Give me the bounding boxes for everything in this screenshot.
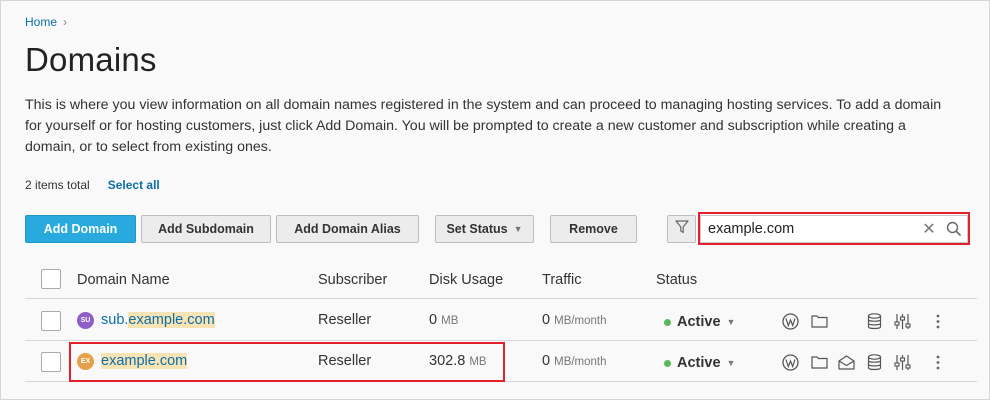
- chevron-right-icon: ›: [63, 15, 68, 29]
- add-domain-alias-button[interactable]: Add Domain Alias: [276, 215, 419, 243]
- disk-usage-value: 0: [429, 312, 438, 328]
- traffic: 0 MB/month: [542, 353, 607, 369]
- select-all-link[interactable]: Select all: [108, 178, 160, 192]
- traffic-value: 0: [542, 353, 551, 369]
- wordpress-icon[interactable]: [781, 312, 799, 330]
- column-header-disk-usage[interactable]: Disk Usage: [429, 272, 503, 288]
- table-row: SU sub.example.com Reseller 0 MB 0 MB/mo…: [25, 301, 977, 341]
- select-all-checkbox[interactable]: [41, 269, 61, 289]
- column-header-traffic[interactable]: Traffic: [542, 272, 581, 288]
- column-header-domain-name[interactable]: Domain Name: [77, 272, 170, 288]
- folder-icon[interactable]: [810, 312, 828, 330]
- row-checkbox[interactable]: [41, 352, 61, 372]
- set-status-button[interactable]: Set Status ▼: [435, 215, 534, 243]
- folder-icon[interactable]: [810, 353, 828, 371]
- list-info: 2 items total Select all: [25, 178, 160, 192]
- settings-sliders-icon[interactable]: [893, 353, 911, 371]
- status-dropdown[interactable]: Active ▼: [664, 355, 735, 371]
- breadcrumb-home-link[interactable]: Home: [25, 15, 57, 29]
- filter-button[interactable]: [667, 215, 696, 243]
- domain-name-match: example.com: [128, 312, 215, 328]
- more-icon[interactable]: [929, 353, 947, 371]
- status-dropdown[interactable]: Active ▼: [664, 314, 735, 330]
- domain-row-highlight-box: [69, 342, 505, 382]
- wordpress-icon[interactable]: [781, 353, 799, 371]
- status-label: Active: [677, 355, 721, 371]
- filter-icon: [674, 219, 689, 239]
- status-active-dot: [664, 318, 671, 326]
- items-count: 2 items total: [25, 178, 90, 192]
- domain-name-link[interactable]: sub.example.com: [101, 312, 215, 328]
- more-icon[interactable]: [929, 312, 947, 330]
- disk-usage: 0 MB: [429, 312, 458, 328]
- row-checkbox[interactable]: [41, 311, 61, 331]
- domain-name-prefix: sub.: [101, 312, 129, 328]
- settings-sliders-icon[interactable]: [893, 312, 911, 330]
- add-subdomain-button[interactable]: Add Subdomain: [141, 215, 271, 243]
- subscriber-link[interactable]: Reseller: [318, 312, 371, 328]
- mail-icon[interactable]: [837, 353, 855, 371]
- remove-button[interactable]: Remove: [550, 215, 637, 243]
- page-title: Domains: [25, 41, 157, 78]
- chevron-down-icon: ▼: [513, 224, 523, 234]
- database-icon[interactable]: [865, 353, 883, 371]
- database-icon[interactable]: [865, 312, 883, 330]
- column-header-status[interactable]: Status: [656, 272, 697, 288]
- chevron-down-icon: ▼: [726, 358, 736, 368]
- search-highlight-box: [698, 212, 970, 245]
- set-status-label: Set Status: [446, 222, 508, 236]
- table-header: Domain Name Subscriber Disk Usage Traffi…: [25, 263, 977, 299]
- domain-avatar: SU: [77, 312, 94, 329]
- chevron-down-icon: ▼: [726, 317, 736, 327]
- status-label: Active: [677, 314, 721, 330]
- traffic-unit: MB/month: [554, 356, 607, 368]
- column-header-subscriber[interactable]: Subscriber: [318, 272, 387, 288]
- traffic: 0 MB/month: [542, 312, 607, 328]
- status-active-dot: [664, 359, 671, 367]
- page-description: This is where you view information on al…: [25, 97, 942, 155]
- disk-usage-unit: MB: [441, 315, 459, 327]
- traffic-value: 0: [542, 312, 551, 328]
- add-domain-button[interactable]: Add Domain: [25, 215, 136, 243]
- traffic-unit: MB/month: [554, 315, 607, 327]
- breadcrumb: Home ›: [25, 15, 67, 29]
